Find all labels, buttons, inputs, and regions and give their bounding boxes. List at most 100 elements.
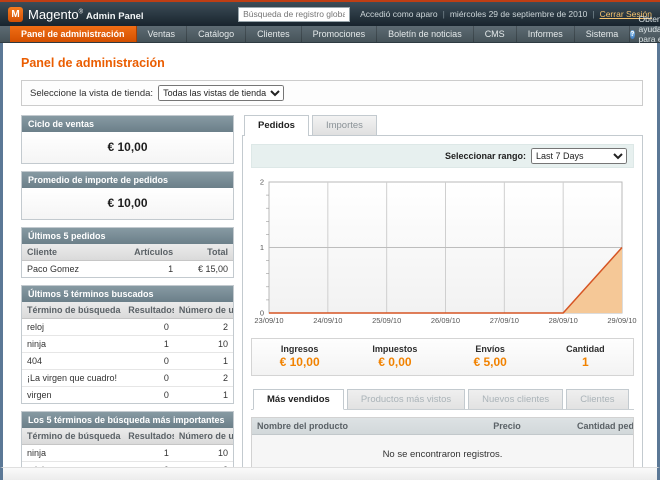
separator: | xyxy=(592,9,594,19)
table-header-row: Nombre del productoPrecioCantidad pedida xyxy=(252,418,633,435)
total-value: € 0,00 xyxy=(347,355,442,369)
widget-title: Promedio de importe de pedidos xyxy=(22,172,233,188)
total-value: 1 xyxy=(538,355,633,369)
chart-tabs: PedidosImportes xyxy=(242,115,643,135)
table-cell: 1 xyxy=(128,261,179,278)
widget-title: Ciclo de ventas xyxy=(22,116,233,132)
table-row[interactable]: virgen01 xyxy=(22,387,233,404)
help-icon: ? xyxy=(630,30,634,39)
table-cell: Paco Gomez xyxy=(22,261,128,278)
last-search-terms-widget: Últimos 5 términos buscados Término de b… xyxy=(21,285,234,404)
store-view-select[interactable]: Todas las vistas de tienda xyxy=(158,85,284,101)
range-label: Seleccionar rango: xyxy=(445,151,526,161)
svg-text:23/09/10: 23/09/10 xyxy=(254,316,283,325)
table-header-row: Término de búsquedaResultadosNúmero de u… xyxy=(22,302,233,319)
tab-clientes[interactable]: Clientes xyxy=(566,389,628,409)
svg-text:25/09/10: 25/09/10 xyxy=(372,316,401,325)
nav-item-ventas[interactable]: Ventas xyxy=(137,26,188,42)
tab-nuevos-clientes[interactable]: Nuevos clientes xyxy=(468,389,563,409)
table-row[interactable]: reloj02 xyxy=(22,319,233,336)
total-envios: Envíos€ 5,00 xyxy=(443,344,538,369)
column-header-numero-de-usos: Número de usos xyxy=(174,428,233,445)
products-table: Nombre del productoPrecioCantidad pedida… xyxy=(252,418,633,467)
table-row[interactable]: 40401 xyxy=(22,353,233,370)
table-cell: 1 xyxy=(174,387,233,404)
table-row[interactable]: ninja110 xyxy=(22,336,233,353)
separator: | xyxy=(443,9,445,19)
main-nav: Panel de administraciónVentasCatálogoCli… xyxy=(0,26,660,43)
total-value: € 5,00 xyxy=(443,355,538,369)
range-select[interactable]: Last 7 Days xyxy=(531,148,627,164)
table-cell: 2 xyxy=(174,319,233,336)
column-header-precio: Precio xyxy=(488,418,572,435)
top-search-terms-widget: Los 5 términos de búsqueda más important… xyxy=(21,411,234,467)
svg-text:2: 2 xyxy=(260,178,264,187)
page-title: Panel de administración xyxy=(21,56,643,70)
last-search-terms-table: Término de búsquedaResultadosNúmero de u… xyxy=(22,302,233,403)
total-ingresos: Ingresos€ 10,00 xyxy=(252,344,347,369)
app-title: Magento®Admin Panel xyxy=(28,7,144,22)
svg-text:26/09/10: 26/09/10 xyxy=(431,316,460,325)
store-view-switcher: Seleccione la vista de tienda: Todas las… xyxy=(21,80,643,106)
table-cell: ninja xyxy=(22,445,123,462)
table-row[interactable]: Paco Gomez1€ 15,00 xyxy=(22,261,233,278)
svg-text:24/09/10: 24/09/10 xyxy=(313,316,342,325)
nav-item-cms[interactable]: CMS xyxy=(474,26,517,42)
nav-item-panel-de-administracion[interactable]: Panel de administración xyxy=(10,26,137,42)
nav-item-boletin-de-noticias[interactable]: Boletín de noticias xyxy=(377,26,474,42)
table-cell: virgen xyxy=(22,387,123,404)
empty-message: No se encontraron registros. xyxy=(252,435,633,468)
table-cell: 2 xyxy=(174,370,233,387)
table-cell: 1 xyxy=(123,336,174,353)
column-header-nombre-del-producto: Nombre del producto xyxy=(252,418,488,435)
store-view-label: Seleccione la vista de tienda: xyxy=(30,88,153,99)
table-cell: 10 xyxy=(174,445,233,462)
total-label: Envíos xyxy=(443,344,538,354)
column-header-resultados: Resultados xyxy=(123,428,174,445)
total-label: Ingresos xyxy=(252,344,347,354)
table-cell: 0 xyxy=(123,319,174,336)
table-cell: ninja xyxy=(22,336,123,353)
empty-row: No se encontraron registros. xyxy=(252,435,633,468)
dashboard-content: Panel de administración Seleccione la vi… xyxy=(0,43,660,467)
total-impuestos: Impuestos€ 0,00 xyxy=(347,344,442,369)
magento-logo-icon: M xyxy=(8,7,23,22)
dashboard-left-column: Ciclo de ventas € 10,00 Promedio de impo… xyxy=(21,115,234,467)
table-cell: reloj xyxy=(22,319,123,336)
tab-importes[interactable]: Importes xyxy=(312,115,377,135)
tab-productos-mas-vistos[interactable]: Productos más vistos xyxy=(347,389,465,409)
dashboard-right-column: PedidosImportes Seleccionar rango: Last … xyxy=(242,115,643,467)
nav-item-clientes[interactable]: Clientes xyxy=(246,26,302,42)
session-info: Accedió como aparo | miércoles 29 de sep… xyxy=(360,9,652,19)
average-orders-value: € 10,00 xyxy=(22,188,233,219)
global-search-input[interactable] xyxy=(238,7,350,22)
table-row[interactable]: ninja110 xyxy=(22,445,233,462)
column-header-resultados: Resultados xyxy=(123,302,174,319)
table-row[interactable]: ¡La virgen que cuadro!02 xyxy=(22,370,233,387)
footer-strip xyxy=(0,467,660,480)
table-cell: 0 xyxy=(123,353,174,370)
tab-mas-vendidos[interactable]: Más vendidos xyxy=(253,389,344,410)
column-header-cliente: Cliente xyxy=(22,244,128,261)
nav-item-catalogo[interactable]: Catálogo xyxy=(187,26,246,42)
total-label: Cantidad xyxy=(538,344,633,354)
nav-item-promociones[interactable]: Promociones xyxy=(302,26,378,42)
total-label: Impuestos xyxy=(347,344,442,354)
logged-in-as: Accedió como aparo xyxy=(360,9,438,19)
table-cell: ¡La virgen que cuadro! xyxy=(22,370,123,387)
nav-item-sistema[interactable]: Sistema xyxy=(575,26,631,42)
tab-pedidos[interactable]: Pedidos xyxy=(244,115,309,136)
help-link[interactable]: ? Obtener ayuda para esta página xyxy=(630,26,660,42)
table-cell: 0 xyxy=(123,387,174,404)
widget-title: Últimos 5 términos buscados xyxy=(22,286,233,302)
svg-text:28/09/10: 28/09/10 xyxy=(549,316,578,325)
nav-item-informes[interactable]: Informes xyxy=(517,26,575,42)
top-search-terms-table: Término de búsquedaResultadosNúmero de u… xyxy=(22,428,233,467)
svg-text:27/09/10: 27/09/10 xyxy=(490,316,519,325)
column-header-numero-de-usos: Número de usos xyxy=(174,302,233,319)
table-cell: 1 xyxy=(123,445,174,462)
orders-area-chart: 01223/09/1024/09/1025/09/1026/09/1027/09… xyxy=(251,176,632,328)
range-toolbar: Seleccionar rango: Last 7 Days xyxy=(251,144,634,168)
current-date: miércoles 29 de septiembre de 2010 xyxy=(450,9,588,19)
lifetime-sales-widget: Ciclo de ventas € 10,00 xyxy=(21,115,234,164)
